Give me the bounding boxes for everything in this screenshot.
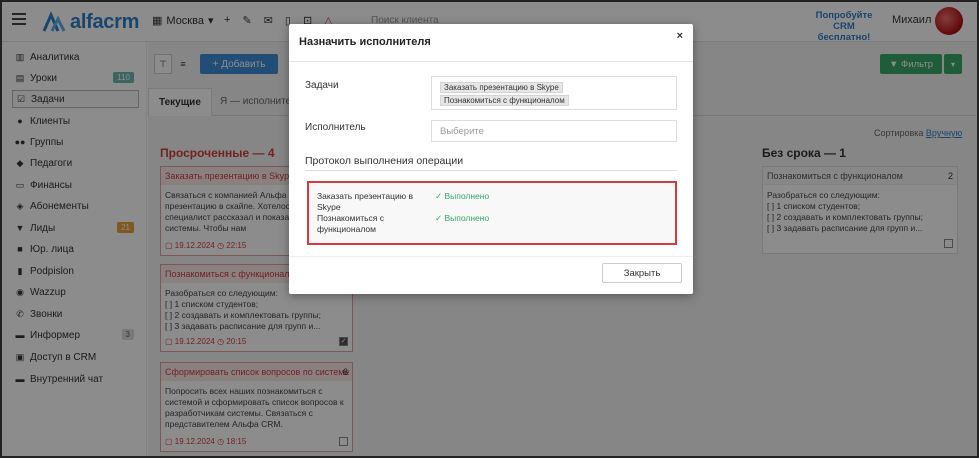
modal-header-divider <box>289 61 693 62</box>
executor-label: Исполнитель <box>305 122 366 133</box>
assign-executor-modal: Назначить исполнителя × Задачи Заказать … <box>289 24 693 294</box>
modal-footer-divider <box>289 256 693 257</box>
protocol-task: Заказать презентацию в Skype <box>317 191 414 212</box>
protocol-status: ✓ Выполнено <box>435 213 490 223</box>
modal-title: Назначить исполнителя <box>299 36 431 48</box>
app-frame: alfacrm ▦ Москва ▾ + ✎ ✉ ▯ ⊡ △ Поиск кли… <box>0 0 979 458</box>
task-chip: Заказать презентацию в Skype <box>440 82 563 93</box>
protocol-results: Заказать презентацию в Skype ✓ Выполнено… <box>307 181 677 245</box>
protocol-divider <box>305 170 677 171</box>
task-chip: Познакомиться с функционалом <box>440 95 569 106</box>
executor-select[interactable]: Выберите <box>431 120 677 142</box>
close-icon[interactable]: × <box>677 30 683 42</box>
tasks-field[interactable]: Заказать презентацию в Skype Познакомить… <box>431 76 677 110</box>
protocol-task: Познакомиться с функционалом <box>317 213 384 234</box>
protocol-title: Протокол выполнения операции <box>305 155 464 167</box>
close-button[interactable]: Закрыть <box>602 263 682 283</box>
protocol-status: ✓ Выполнено <box>435 191 490 201</box>
tasks-label: Задачи <box>305 80 339 91</box>
